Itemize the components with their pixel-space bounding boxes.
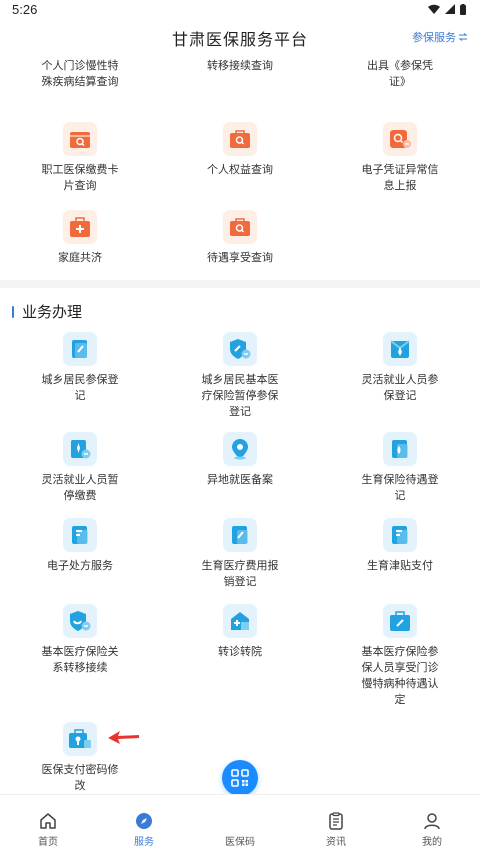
tab-service[interactable]: 服务 xyxy=(96,795,192,854)
section-divider xyxy=(0,280,480,288)
tab-home[interactable]: 首页 xyxy=(0,795,96,854)
tab-label: 资讯 xyxy=(326,837,346,848)
qr-code-icon xyxy=(231,769,249,787)
bottom-tab-bar: 首页 服务 医保码 资讯 我的 xyxy=(0,794,480,854)
business-item-label: 生育津贴支付 xyxy=(367,560,433,572)
business-item-maternity-reimburse[interactable]: 生育医疗费用报销登记 xyxy=(180,518,300,590)
business-section-title: 业务办理 xyxy=(12,301,82,322)
user-icon xyxy=(424,813,440,830)
prescription-icon xyxy=(63,518,97,552)
query-item-rights[interactable]: 个人权益查询 xyxy=(180,122,300,178)
switch-icon xyxy=(458,33,468,41)
query-item-family-aid[interactable]: 家庭共济 xyxy=(20,210,140,266)
business-item-label: 城乡居民参保登记 xyxy=(41,374,119,402)
business-item-label: 异地就医备案 xyxy=(207,474,273,486)
benefit-search-icon xyxy=(223,210,257,244)
service-scroll-area[interactable]: 个人门诊慢性特殊疾病结算查询 转移接续查询 出具《参保凭证》 职工医保缴费卡片查… xyxy=(0,58,480,794)
business-item-worker-register[interactable]: 灵活就业人员参保登记 xyxy=(340,332,460,404)
query-item-label: 家庭共济 xyxy=(58,252,102,264)
business-item-label: 转诊转院 xyxy=(218,646,262,658)
query-item-label: 待遇享受查询 xyxy=(207,252,273,264)
business-item-resident-register[interactable]: 城乡居民参保登记 xyxy=(20,332,140,404)
tab-label: 我的 xyxy=(422,837,442,848)
business-item-maternity-register[interactable]: 生育保险待遇登记 xyxy=(340,432,460,504)
business-item-label: 生育保险待遇登记 xyxy=(361,474,439,502)
pointer-arrow-icon xyxy=(108,731,139,744)
query-item-certificate[interactable]: 出具《参保凭证》 xyxy=(340,58,460,90)
query-item-label: 出具《参保凭证》 xyxy=(367,60,433,88)
business-item-label: 医保支付密码修改 xyxy=(41,764,119,792)
status-bar: 5:26 xyxy=(0,0,480,18)
reimburse-icon xyxy=(223,518,257,552)
compass-icon xyxy=(136,813,152,829)
page-title: 甘肃医保服务平台 xyxy=(171,32,308,49)
query-item-report[interactable]: 电子凭证异常信息上报 xyxy=(340,122,460,194)
business-item-label: 基本医疗保险参保人员享受门诊慢特病种待遇认定 xyxy=(361,646,439,706)
password-icon xyxy=(63,722,97,756)
rights-search-icon xyxy=(223,122,257,156)
query-item-chronic-settlement[interactable]: 个人门诊慢性特殊疾病结算查询 xyxy=(20,58,140,90)
shield-pause-icon xyxy=(223,332,257,366)
app-header: 甘肃医保服务平台 参保服务 xyxy=(0,18,480,58)
query-item-label: 转移接续查询 xyxy=(207,60,273,72)
business-item-insurance-transfer[interactable]: 基本医疗保险关系转移接续 xyxy=(20,604,140,676)
insured-service-label: 参保服务 xyxy=(412,32,456,44)
business-item-resident-pause[interactable]: 城乡居民基本医疗保险暂停参保登记 xyxy=(180,332,300,420)
tab-label: 首页 xyxy=(38,837,58,848)
register-icon xyxy=(63,332,97,366)
news-icon xyxy=(329,812,343,830)
tab-news[interactable]: 资讯 xyxy=(288,795,384,854)
query-item-payment-card[interactable]: 职工医保缴费卡片查询 xyxy=(20,122,140,194)
business-item-referral[interactable]: 转诊转院 xyxy=(180,604,300,660)
business-item-label: 生育医疗费用报销登记 xyxy=(201,560,279,588)
status-icons xyxy=(428,3,466,15)
tab-medical-code[interactable]: 医保码 xyxy=(192,795,288,854)
query-item-benefit[interactable]: 待遇享受查询 xyxy=(180,210,300,266)
query-item-label: 电子凭证异常信息上报 xyxy=(361,164,439,192)
worker-pause-icon xyxy=(63,432,97,466)
home-icon xyxy=(40,813,56,829)
section-accent-bar xyxy=(12,305,14,318)
business-item-label: 灵活就业人员参保登记 xyxy=(361,374,439,402)
chronic-icon xyxy=(383,604,417,638)
payment-card-search-icon xyxy=(63,122,97,156)
family-aid-icon xyxy=(63,210,97,244)
worker-register-icon xyxy=(383,332,417,366)
query-item-label: 个人权益查询 xyxy=(207,164,273,176)
query-item-label: 职工医保缴费卡片查询 xyxy=(41,164,119,192)
query-item-label: 个人门诊慢性特殊疾病结算查询 xyxy=(41,60,119,88)
tab-label: 服务 xyxy=(134,837,154,848)
business-item-label: 城乡居民基本医疗保险暂停参保登记 xyxy=(201,374,279,418)
business-item-e-prescription[interactable]: 电子处方服务 xyxy=(20,518,140,574)
insured-service-link[interactable]: 参保服务 xyxy=(412,29,468,45)
business-item-maternity-allowance[interactable]: 生育津贴支付 xyxy=(340,518,460,574)
business-item-label: 电子处方服务 xyxy=(47,560,113,572)
battery-icon xyxy=(460,3,466,15)
query-item-transfer[interactable]: 转移接续查询 xyxy=(180,58,300,74)
business-item-remote-record[interactable]: 异地就医备案 xyxy=(180,432,300,488)
section-title-text: 业务办理 xyxy=(22,304,83,321)
shield-transfer-icon xyxy=(63,604,97,638)
business-item-label: 基本医疗保险关系转移接续 xyxy=(41,646,119,674)
tab-mine[interactable]: 我的 xyxy=(384,795,480,854)
allowance-icon xyxy=(383,518,417,552)
business-item-label: 灵活就业人员暂停缴费 xyxy=(41,474,119,502)
business-item-worker-pause[interactable]: 灵活就业人员暂停缴费 xyxy=(20,432,140,504)
business-item-chronic-recognition[interactable]: 基本医疗保险参保人员享受门诊慢特病种待遇认定 xyxy=(340,604,460,708)
location-icon xyxy=(223,432,257,466)
report-icon xyxy=(383,122,417,156)
signal-icon xyxy=(445,4,455,14)
hospital-icon xyxy=(223,604,257,638)
tab-label: 医保码 xyxy=(225,837,255,848)
maternity-icon xyxy=(383,432,417,466)
status-time: 5:26 xyxy=(12,1,38,17)
wifi-icon xyxy=(428,4,440,14)
medical-qr-button[interactable] xyxy=(222,760,258,796)
